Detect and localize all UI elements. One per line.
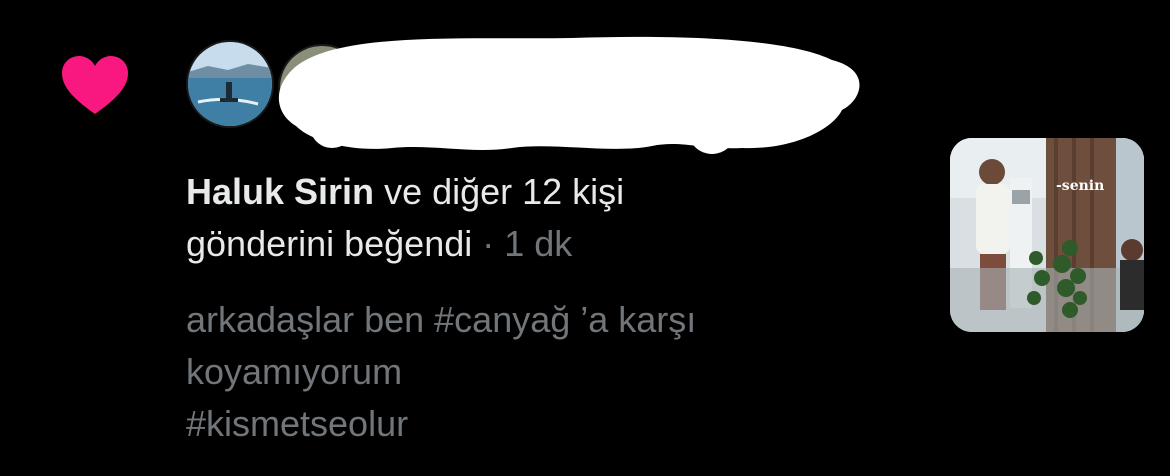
- redaction-overlay: [278, 36, 860, 154]
- liker-avatars: [186, 36, 866, 154]
- avatar[interactable]: [186, 40, 274, 128]
- summary-action: gönderini beğendi: [186, 223, 473, 264]
- separator: ·: [472, 223, 505, 264]
- notification-summary: Haluk Sirin ve diğer 12 kişi gönderini b…: [186, 166, 886, 270]
- actor-name[interactable]: Haluk Sirin: [186, 171, 374, 212]
- thumbnail-caption: -senin: [1056, 178, 1104, 194]
- summary-suffix: ve diğer 12 kişi: [374, 171, 625, 212]
- tweet-line: koyamıyorum: [186, 351, 403, 392]
- like-notification[interactable]: Haluk Sirin ve diğer 12 kişi gönderini b…: [0, 0, 1170, 476]
- timestamp: 1 dk: [504, 223, 573, 264]
- tweet-preview-text[interactable]: arkadaşlar ben #canyağ ’a karşı koyamıyo…: [186, 294, 906, 450]
- heart-icon: [62, 56, 128, 114]
- tweet-media-thumbnail[interactable]: -senin: [950, 138, 1144, 332]
- tweet-line: #kismetseolur: [186, 403, 409, 444]
- tweet-line: arkadaşlar ben #canyağ ’a karşı: [186, 299, 697, 340]
